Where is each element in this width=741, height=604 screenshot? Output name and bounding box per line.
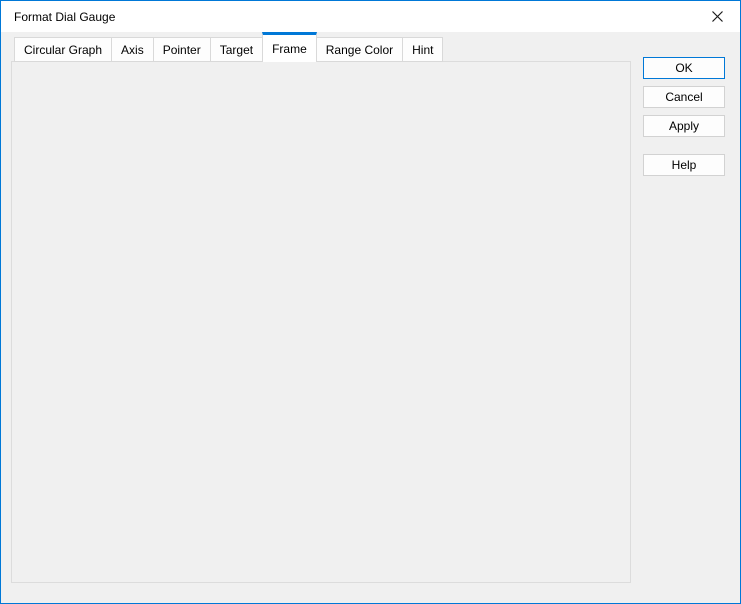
format-dial-gauge-dialog: Format Dial Gauge Circular Graph Axis Po… (0, 0, 741, 604)
help-button-label: Help (672, 158, 697, 172)
tab-label: Axis (121, 43, 144, 57)
tab-target[interactable]: Target (210, 37, 263, 62)
tab-hint[interactable]: Hint (402, 37, 443, 62)
cancel-button-label: Cancel (665, 90, 702, 104)
tab-frame[interactable]: Frame (262, 32, 317, 62)
tab-strip: Circular Graph Axis Pointer Target Frame… (14, 32, 442, 62)
apply-button-label: Apply (669, 119, 699, 133)
tab-pointer[interactable]: Pointer (153, 37, 211, 62)
tab-label: Hint (412, 43, 433, 57)
tab-range-color[interactable]: Range Color (316, 37, 403, 62)
apply-button[interactable]: Apply (643, 115, 725, 137)
tab-label: Frame (272, 42, 307, 56)
tab-circular-graph[interactable]: Circular Graph (14, 37, 112, 62)
tab-label: Range Color (326, 43, 393, 57)
ok-button-label: OK (675, 61, 692, 75)
tab-axis[interactable]: Axis (111, 37, 154, 62)
tab-label: Circular Graph (24, 43, 102, 57)
close-button[interactable] (695, 1, 740, 32)
close-icon (712, 11, 723, 22)
tab-label: Target (220, 43, 253, 57)
help-button[interactable]: Help (643, 154, 725, 176)
titlebar: Format Dial Gauge (1, 1, 740, 32)
cancel-button[interactable]: Cancel (643, 86, 725, 108)
tab-label: Pointer (163, 43, 201, 57)
window-title: Format Dial Gauge (14, 10, 115, 24)
ok-button[interactable]: OK (643, 57, 725, 79)
tab-content-pane (11, 61, 631, 583)
